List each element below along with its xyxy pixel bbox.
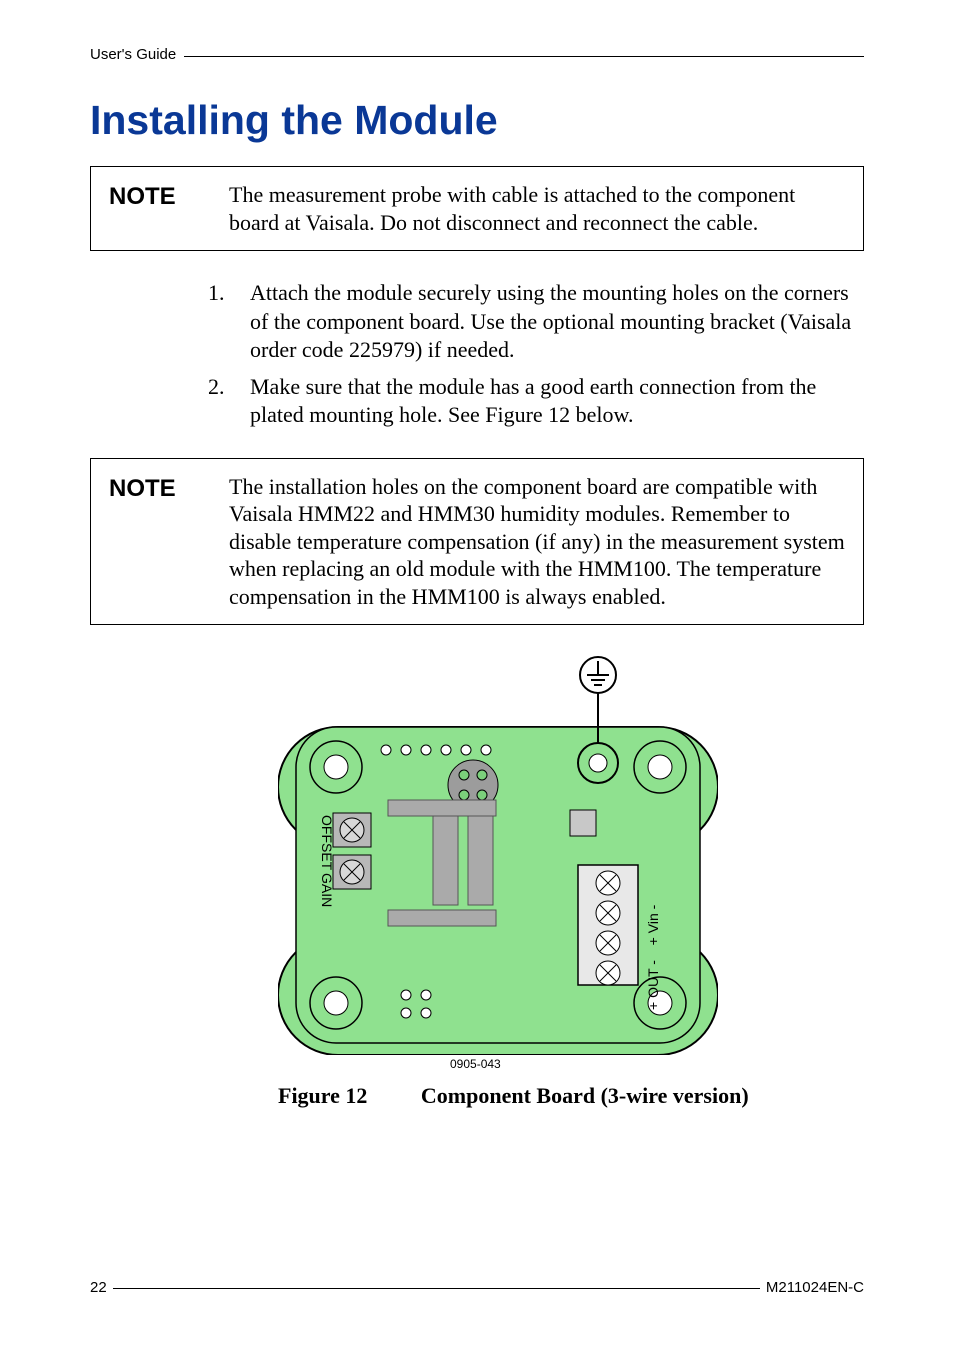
gain-label: GAIN [319, 873, 335, 907]
list-item: Make sure that the module has a good ear… [230, 373, 864, 430]
offset-label: OFFSET [319, 815, 335, 871]
page-title: Installing the Module [90, 97, 864, 144]
small-chip [570, 810, 596, 836]
out-label: + OUT - [645, 960, 661, 1010]
figure-id: 0905-043 [450, 1057, 864, 1071]
note-box-2: NOTE The installation holes on the compo… [90, 458, 864, 626]
ic-block [388, 800, 496, 816]
offset-pot [333, 813, 371, 847]
ic-block [388, 910, 496, 926]
note-text: The measurement probe with cable is atta… [229, 181, 845, 236]
figure-caption: Figure 12 Component Board (3-wire versio… [278, 1083, 864, 1109]
board-diagram: OFFSET GAIN + Vin [278, 655, 718, 1055]
page-header: User's Guide [90, 46, 864, 63]
note-label: NOTE [109, 183, 229, 211]
figure-label: Figure 12 [278, 1083, 367, 1108]
doc-number: M211024EN-C [766, 1279, 864, 1296]
footer-rule [113, 1280, 760, 1289]
list-item: Attach the module securely using the mou… [230, 279, 864, 365]
header-rule [184, 48, 864, 57]
note-box-1: NOTE The measurement probe with cable is… [90, 166, 864, 251]
page-footer: 22 M211024EN-C [90, 1279, 864, 1296]
steps-list: Attach the module securely using the mou… [230, 279, 864, 430]
figure-board: OFFSET GAIN + Vin [278, 655, 864, 1055]
page-number: 22 [90, 1279, 107, 1296]
gain-pot [333, 855, 371, 889]
note-text: The installation holes on the component … [229, 473, 845, 611]
breadcrumb: User's Guide [90, 46, 176, 63]
figure-text: Component Board (3-wire version) [421, 1083, 749, 1108]
vin-label: + Vin - [645, 905, 661, 946]
note-label: NOTE [109, 475, 229, 503]
terminal-block [578, 865, 638, 985]
